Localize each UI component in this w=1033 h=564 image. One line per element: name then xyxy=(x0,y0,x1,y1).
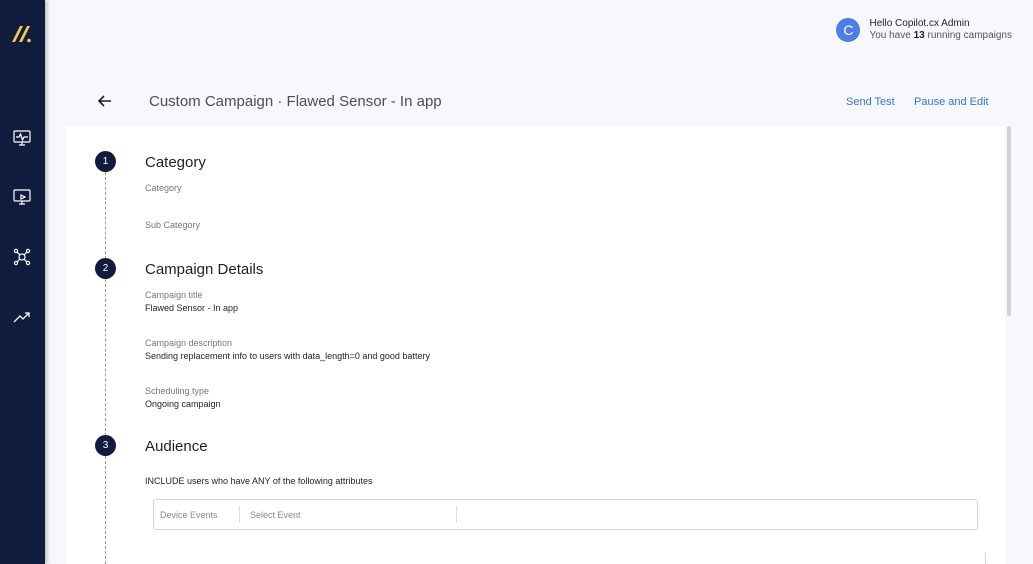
page-title: Custom Campaign · Flawed Sensor - In app xyxy=(149,93,442,110)
pause-edit-button[interactable]: Pause and Edit xyxy=(914,96,989,108)
event-divider xyxy=(239,506,240,523)
scheduling-type-label: Scheduling type xyxy=(145,386,210,396)
presentation-icon[interactable] xyxy=(11,186,33,208)
event-select[interactable]: Select Event xyxy=(250,500,301,529)
step-number-3: 3 xyxy=(95,435,116,456)
timeline-line xyxy=(105,172,106,269)
campaign-description-value: Sending replacement info to users with d… xyxy=(145,351,430,361)
category-label: Category xyxy=(145,183,182,193)
campaign-description-label: Campaign description xyxy=(145,338,233,348)
event-type-select[interactable]: Device Events xyxy=(160,500,218,529)
running-campaigns: You have 13 running campaigns xyxy=(869,30,1012,42)
divider xyxy=(985,553,986,564)
timeline-line xyxy=(105,456,106,564)
network-user-icon[interactable] xyxy=(11,246,33,268)
avatar[interactable]: C xyxy=(836,18,861,42)
campaign-title-value: Flawed Sensor - In app xyxy=(145,303,239,313)
running-count: 13 xyxy=(913,30,925,41)
step-number-1: 1 xyxy=(95,151,116,172)
user-text: Hello Copilot.cx Admin You have 13 runni… xyxy=(869,18,1012,42)
event-filter-row: Device Events Select Event xyxy=(153,499,978,530)
subcategory-label: Sub Category xyxy=(145,220,201,230)
user-info: C Hello Copilot.cx Admin You have 13 run… xyxy=(836,15,1012,45)
timeline-line xyxy=(105,279,106,446)
brand-logo[interactable] xyxy=(10,24,34,44)
running-prefix: You have xyxy=(869,30,914,41)
campaign-title-label: Campaign title xyxy=(145,290,203,300)
user-greeting: Hello Copilot.cx Admin xyxy=(869,18,970,29)
event-divider xyxy=(456,506,457,523)
send-test-button[interactable]: Send Test xyxy=(846,96,895,108)
section-title-audience: Audience xyxy=(145,438,208,455)
include-rule-text: INCLUDE users who have ANY of the follow… xyxy=(145,476,373,486)
section-title-category: Category xyxy=(145,154,206,171)
monitor-pulse-icon[interactable] xyxy=(11,127,33,149)
trending-up-icon[interactable] xyxy=(11,306,33,328)
step-number-2: 2 xyxy=(95,258,116,279)
running-suffix: running campaigns xyxy=(924,30,1012,41)
section-title-campaign-details: Campaign Details xyxy=(145,261,264,278)
back-arrow-icon[interactable] xyxy=(97,93,113,109)
scrollbar[interactable] xyxy=(1007,126,1011,316)
scheduling-type-value: Ongoing campaign xyxy=(145,399,221,409)
sidebar xyxy=(0,0,45,564)
